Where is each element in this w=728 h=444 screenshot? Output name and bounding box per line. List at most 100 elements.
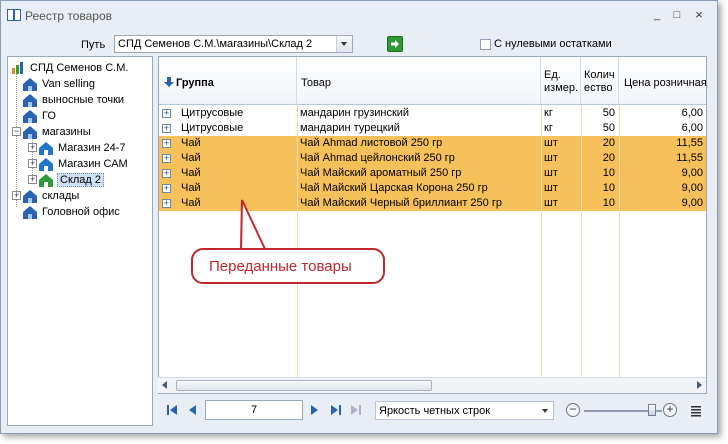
sort-down-icon [164,77,174,87]
building-icon [23,94,37,107]
table-row[interactable]: + Чай Чай Ahmad цейлонский 250 гр шт 20 11,55 [159,151,706,166]
chevron-down-icon[interactable] [336,36,352,52]
house-icon [39,158,53,171]
column-header-label: Количество [584,69,615,94]
path-value: СПД Семенов С.М.\магазины\Склад 2 [118,38,313,50]
column-header-label: Цена розничная [624,77,707,89]
close-button[interactable]: × [691,7,707,23]
cell-unit: шт [544,152,558,164]
cell-qty: 20 [602,137,615,149]
column-header-unit[interactable]: Ед. измер. [541,57,581,105]
cell-product: Чай Ahmad листовой 250 гр [300,137,443,149]
cell-group: Чай [181,182,201,194]
row-expand-toggle[interactable]: + [162,154,171,163]
building-icon [23,190,37,203]
cell-unit: кг [544,107,553,119]
table-row[interactable]: + Чай Чай Майский ароматный 250 гр шт 10 9,00 [159,166,706,181]
expand-toggle[interactable]: + [12,191,21,200]
row-expand-toggle[interactable]: + [162,124,171,133]
zoom-control: − + [564,401,702,421]
tree-item-label: ГО [42,110,56,122]
horizontal-scrollbar[interactable] [158,377,706,393]
scroll-right-icon[interactable] [697,381,702,389]
go-button[interactable] [387,36,403,52]
column-divider [619,105,620,393]
row-brightness-select[interactable]: Яркость четных строк [375,401,554,420]
zoom-slider-thumb[interactable] [648,404,656,416]
tree-item-label: магазины [42,126,91,138]
cell-product: Чай Майский ароматный 250 гр [300,167,462,179]
path-combobox[interactable]: СПД Семенов С.М.\магазины\Склад 2 [114,35,353,53]
cell-unit: кг [544,122,553,134]
column-header-product[interactable]: Товар [297,57,541,105]
building-icon [23,126,37,139]
scroll-left-icon[interactable] [162,381,167,389]
chevron-down-icon[interactable] [542,409,548,413]
previous-record-icon[interactable] [185,403,199,417]
cell-qty: 20 [602,152,615,164]
zoom-in-button[interactable]: + [663,403,677,417]
last-record-icon[interactable] [329,403,343,417]
cell-product: мандарин турецкий [300,122,400,134]
tree-item-label: склады [42,190,80,202]
location-tree: СПД Семенов С.М. Van selling выносные то… [7,56,153,426]
cell-group: Чай [181,152,201,164]
column-header-qty[interactable]: Количество [581,57,619,105]
cell-product: Чай Ahmad цейлонский 250 гр [300,152,455,164]
zero-balance-option[interactable]: С нулевыми остатками [480,38,612,50]
tree-item-label: Магазин 24-7 [58,142,126,154]
collapse-toggle[interactable]: − [12,127,21,136]
expand-toggle[interactable]: + [28,143,37,152]
chart-icon [12,62,23,74]
zero-balance-checkbox[interactable] [480,38,491,50]
toolbar: Путь СПД Семенов С.М.\магазины\Склад 2 С… [1,31,717,57]
table-row[interactable]: + Цитрусовые мандарин турецкий кг 50 6,00 [159,121,706,136]
row-expand-toggle[interactable]: + [162,169,171,178]
column-header-group[interactable]: Группа [159,57,297,105]
scrollbar-thumb[interactable] [176,380,432,391]
building-icon [23,78,37,91]
cell-unit: шт [544,137,558,149]
row-expand-toggle[interactable]: + [162,139,171,148]
cell-price: 9,00 [681,197,703,209]
expand-toggle[interactable]: + [28,159,37,168]
cell-group: Цитрусовые [181,107,244,119]
record-navigator: 7 Яркость четных строк − + [158,397,707,427]
cell-unit: шт [544,167,558,179]
column-divider [541,105,542,393]
next-record-icon[interactable] [308,403,322,417]
cell-product: Чай Майский Черный бриллиант 250 гр [300,197,502,209]
tree-item-label: Головной офис [42,206,120,218]
first-record-icon[interactable] [165,403,179,417]
row-expand-toggle[interactable]: + [162,199,171,208]
maximize-button[interactable]: □ [669,7,685,23]
column-header-label: Товар [301,77,331,89]
page-number-input[interactable]: 7 [205,400,303,420]
minimize-button[interactable]: _ [649,7,665,23]
row-expand-toggle[interactable]: + [162,109,171,118]
cell-product: мандарин грузинский [300,107,410,119]
path-label: Путь [81,39,106,51]
callout-pointer [240,199,266,250]
menu-icon[interactable] [690,405,702,417]
table-row[interactable]: + Цитрусовые мандарин грузинский кг 50 6,00 [159,106,706,121]
cell-qty: 10 [602,167,615,179]
row-expand-toggle[interactable]: + [162,184,171,193]
expand-toggle[interactable]: + [28,175,37,184]
cell-qty: 10 [602,197,615,209]
table-row[interactable]: + Чай Чай Майский Царская Корона 250 гр шт 1… [159,181,706,196]
append-record-icon[interactable] [349,403,363,417]
tree-item-label: Van selling [42,78,95,90]
column-header-price[interactable]: Цена розничная [619,57,707,105]
zoom-out-button[interactable]: − [566,403,580,417]
tree-item-label: Магазин САМ [58,158,128,170]
zero-balance-label: С нулевыми остатками [494,38,612,51]
transferred-goods-callout: Переданные товары [191,248,385,284]
cell-group: Чай [181,167,201,179]
house-icon [39,174,53,187]
row-brightness-value: Яркость четных строк [379,405,491,417]
callout-text: Переданные товары [209,258,352,275]
cell-qty: 50 [602,122,615,134]
table-row[interactable]: + Чай Чай Ahmad листовой 250 гр шт 20 11,55 [159,136,706,151]
building-icon [23,110,37,123]
